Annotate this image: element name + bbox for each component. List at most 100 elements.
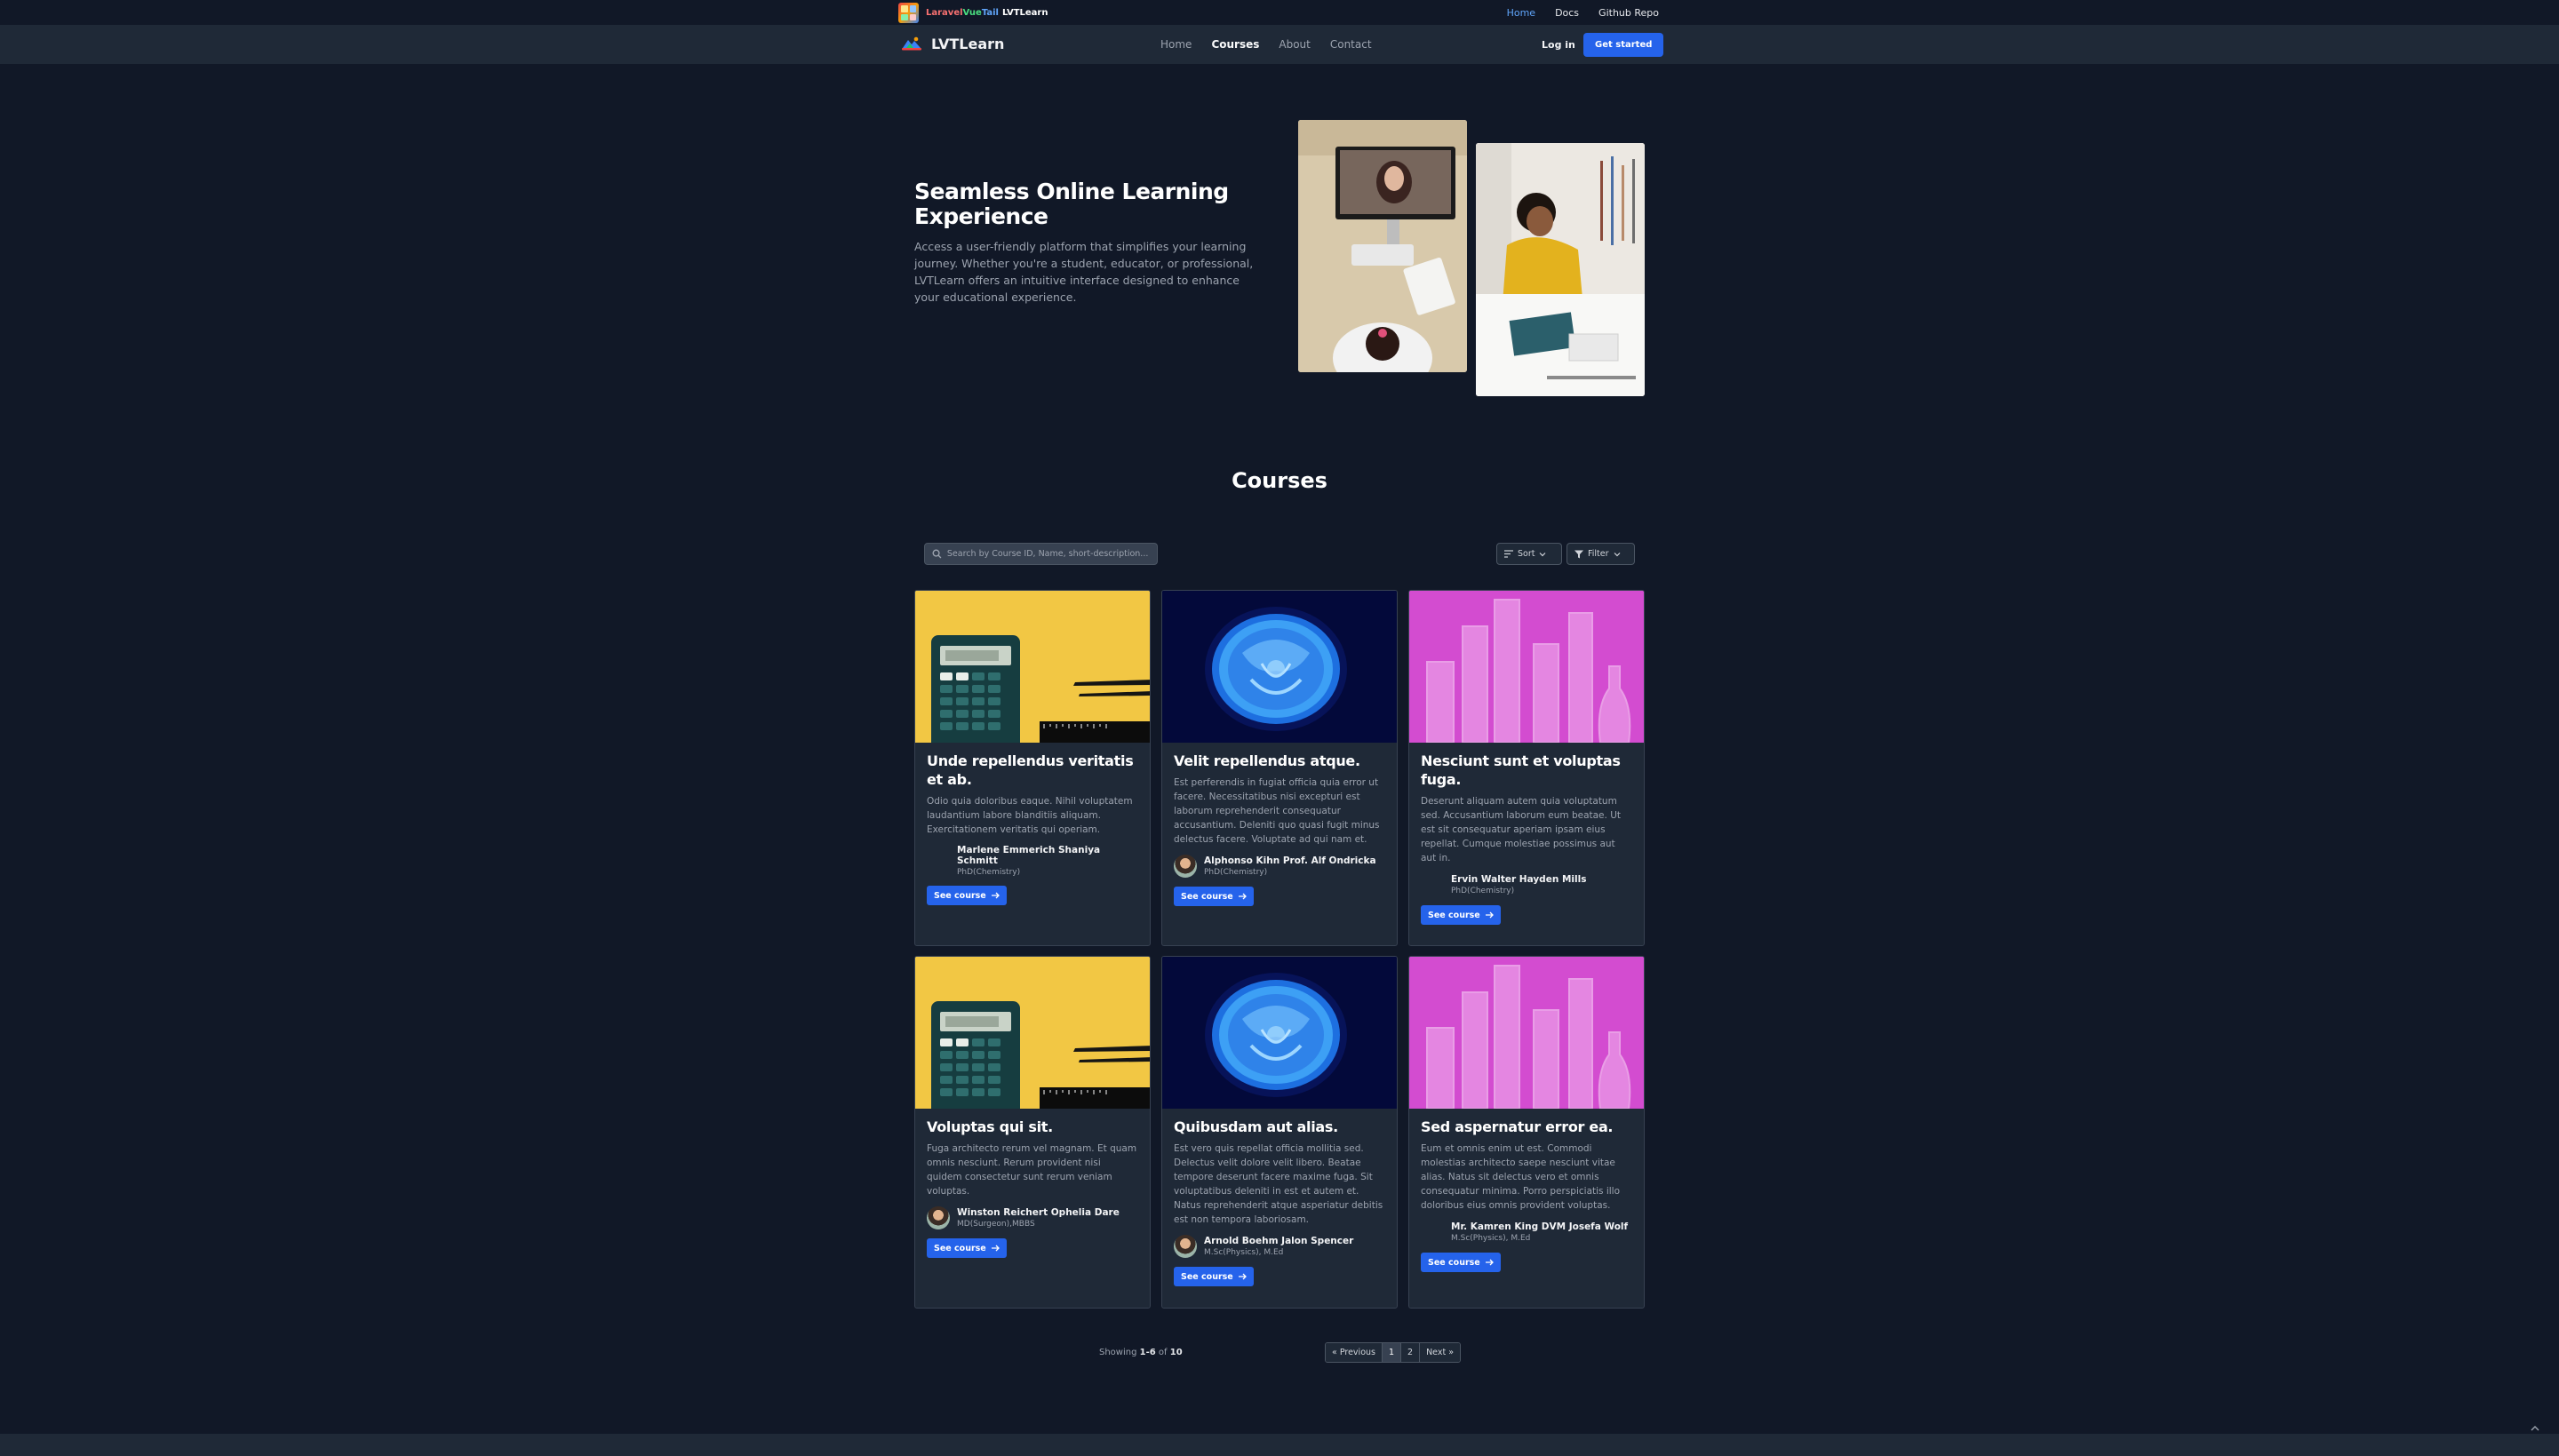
chevron-down-icon xyxy=(1540,552,1546,556)
nav-link-courses[interactable]: Courses xyxy=(1211,38,1259,51)
see-course-button[interactable]: See course xyxy=(1174,887,1254,906)
see-course-button[interactable]: See course xyxy=(1421,905,1501,925)
search-input[interactable] xyxy=(946,549,1150,559)
top-links: Home Docs Github Repo xyxy=(1507,7,1659,19)
pagination-previous[interactable]: « Previous xyxy=(1326,1343,1383,1362)
nav-link-about[interactable]: About xyxy=(1279,38,1310,51)
pagination-summary: Showing 1-6 of 10 xyxy=(1099,1348,1183,1357)
top-link-docs[interactable]: Docs xyxy=(1555,7,1579,19)
hero-title: Seamless Online Learning Experience xyxy=(914,179,1229,229)
course-thumbnail-jellyfish[interactable] xyxy=(1162,957,1397,1109)
top-strip: LaravelVueTail LVTLearn Home Docs Github … xyxy=(0,0,2559,26)
footer xyxy=(0,1434,2559,1456)
pagination-page-2[interactable]: 2 xyxy=(1401,1343,1421,1362)
course-thumbnail-calculator[interactable] xyxy=(915,957,1150,1109)
arrow-right-icon xyxy=(1485,1259,1494,1266)
course-thumbnail-glassware[interactable] xyxy=(1409,591,1644,743)
arrow-right-icon xyxy=(1485,911,1494,919)
course-description: Eum et omnis enim ut est. Commodi molest… xyxy=(1421,1143,1621,1211)
nav-brand-title: LVTLearn xyxy=(931,35,1005,52)
sort-button[interactable]: Sort xyxy=(1496,543,1562,565)
course-description: Est perferendis in fugiat officia quia e… xyxy=(1174,777,1380,845)
course-thumbnail-glassware[interactable] xyxy=(1409,957,1644,1109)
course-instructor: Arnold Boehm Jalon Spencer M.Sc(Physics)… xyxy=(1174,1235,1385,1258)
hero-image-desk-video-call xyxy=(1298,120,1467,372)
see-course-button[interactable]: See course xyxy=(927,886,1007,905)
instructor-degree: M.Sc(Physics), M.Ed xyxy=(1204,1248,1284,1257)
course-title[interactable]: Quibusdam aut alias. xyxy=(1174,1118,1385,1136)
filter-button[interactable]: Filter xyxy=(1566,543,1635,565)
arrow-right-icon xyxy=(1238,1273,1247,1280)
course-card: Unde repellendus veritatis et ab. Odio q… xyxy=(914,590,1151,946)
main-navbar: LVTLearn Home Courses About Contact Log … xyxy=(0,26,2559,64)
avatar xyxy=(927,1206,950,1229)
course-title[interactable]: Sed aspernatur error ea. xyxy=(1421,1118,1632,1136)
course-title[interactable]: Nesciunt sunt et voluptas fuga. xyxy=(1421,752,1632,789)
see-course-button[interactable]: See course xyxy=(1174,1267,1254,1286)
top-brand[interactable]: LaravelVueTail LVTLearn xyxy=(898,3,1048,23)
hero-image-student-writing xyxy=(1476,143,1645,396)
lvtlearn-logo-icon xyxy=(902,36,921,51)
course-title[interactable]: Unde repellendus veritatis et ab. xyxy=(927,752,1138,789)
course-thumbnail-calculator[interactable] xyxy=(915,591,1150,743)
instructor-name: Ervin Walter Hayden Mills xyxy=(1451,874,1587,885)
course-description: Deserunt aliquam autem quia voluptatum s… xyxy=(1421,796,1621,863)
course-card: Voluptas qui sit. Fuga architecto rerum … xyxy=(914,956,1151,1309)
course-title[interactable]: Velit repellendus atque. xyxy=(1174,752,1385,770)
instructor-name: Arnold Boehm Jalon Spencer xyxy=(1204,1236,1354,1246)
instructor-degree: M.Sc(Physics), M.Ed xyxy=(1451,1234,1531,1243)
filter-label: Filter xyxy=(1588,549,1609,559)
course-thumbnail-jellyfish[interactable] xyxy=(1162,591,1397,743)
see-course-button[interactable]: See course xyxy=(927,1238,1007,1258)
arrow-right-icon xyxy=(1238,893,1247,900)
filter-icon xyxy=(1574,550,1583,558)
search-icon xyxy=(932,549,942,559)
course-card: Sed aspernatur error ea. Eum et omnis en… xyxy=(1408,956,1645,1309)
course-instructor: Mr. Kamren King DVM Josefa Wolf M.Sc(Phy… xyxy=(1421,1221,1632,1244)
sort-label: Sort xyxy=(1518,549,1535,559)
hero-description: Access a user-friendly platform that sim… xyxy=(914,240,1254,304)
pagination: « Previous 1 2 Next » xyxy=(1325,1342,1462,1363)
instructor-degree: PhD(Chemistry) xyxy=(1451,887,1515,895)
course-instructor: Alphonso Kihn Prof. Alf Ondricka PhD(Che… xyxy=(1174,855,1385,878)
avatar xyxy=(1174,855,1197,878)
course-description: Odio quia doloribus eaque. Nihil volupta… xyxy=(927,796,1133,835)
chevron-down-icon xyxy=(1614,552,1620,556)
nav-link-contact[interactable]: Contact xyxy=(1330,38,1372,51)
pagination-page-1[interactable]: 1 xyxy=(1382,1343,1402,1362)
course-search[interactable] xyxy=(924,543,1158,565)
sort-icon xyxy=(1504,550,1513,558)
top-brand-text: LaravelVueTail LVTLearn xyxy=(926,8,1048,18)
course-card: Nesciunt sunt et voluptas fuga. Deserunt… xyxy=(1408,590,1645,946)
see-course-button[interactable]: See course xyxy=(1421,1253,1501,1272)
nav-link-home[interactable]: Home xyxy=(1160,38,1192,51)
scroll-to-top-button[interactable] xyxy=(2531,1425,2541,1436)
avatar xyxy=(1421,1221,1444,1244)
instructor-name: Mr. Kamren King DVM Josefa Wolf xyxy=(1451,1221,1629,1232)
course-description: Fuga architecto rerum vel magnam. Et qua… xyxy=(927,1143,1137,1197)
arrow-up-icon xyxy=(2531,1426,2539,1431)
course-instructor: Ervin Walter Hayden Mills PhD(Chemistry) xyxy=(1421,873,1632,896)
instructor-name: Marlene Emmerich Shaniya Schmitt xyxy=(957,845,1101,866)
instructor-degree: MD(Surgeon),MBBS xyxy=(957,1220,1035,1229)
top-link-github-repo[interactable]: Github Repo xyxy=(1598,7,1659,19)
login-link[interactable]: Log in xyxy=(1542,39,1575,51)
instructor-name: Winston Reichert Ophelia Dare xyxy=(957,1207,1120,1218)
pagination-next[interactable]: Next » xyxy=(1420,1343,1461,1362)
course-description: Est vero quis repellat officia mollitia … xyxy=(1174,1143,1383,1225)
course-card: Quibusdam aut alias. Est vero quis repel… xyxy=(1161,956,1398,1309)
course-title[interactable]: Voluptas qui sit. xyxy=(927,1118,1138,1136)
arrow-right-icon xyxy=(991,1245,1000,1252)
course-instructor: Marlene Emmerich Shaniya Schmitt PhD(Che… xyxy=(927,845,1138,877)
nav-links: Home Courses About Contact xyxy=(1160,38,1372,51)
courses-heading: Courses xyxy=(1232,468,1327,493)
instructor-name: Alphonso Kihn Prof. Alf Ondricka xyxy=(1204,855,1376,866)
avatar xyxy=(927,849,950,872)
top-link-home[interactable]: Home xyxy=(1507,7,1535,19)
course-card: Velit repellendus atque. Est perferendis… xyxy=(1161,590,1398,946)
nav-brand[interactable]: LVTLearn xyxy=(901,35,1004,52)
avatar xyxy=(1174,1235,1197,1258)
app-logo-icon xyxy=(898,3,919,23)
get-started-button[interactable]: Get started xyxy=(1583,33,1664,57)
arrow-right-icon xyxy=(991,892,1000,899)
